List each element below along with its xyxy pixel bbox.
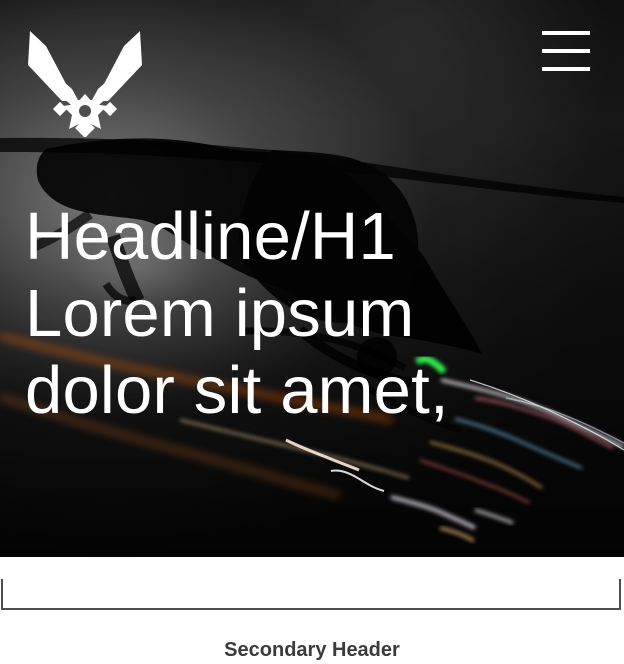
content-divider-box [1,579,621,610]
page: Headline/H1 Lorem ipsum dolor sit amet, … [0,0,624,664]
hero-banner: Headline/H1 Lorem ipsum dolor sit amet, [0,0,624,557]
air-force-wing-star-icon [28,31,142,137]
hamburger-menu-icon-line-bottom [542,67,590,71]
hamburger-menu-icon-line-middle [542,49,590,53]
secondary-header: Secondary Header [224,639,400,661]
hamburger-menu-icon-line-top [542,31,590,35]
hero-headline: Headline/H1 Lorem ipsum dolor sit amet, [25,199,449,428]
hamburger-menu-button[interactable] [542,31,590,75]
